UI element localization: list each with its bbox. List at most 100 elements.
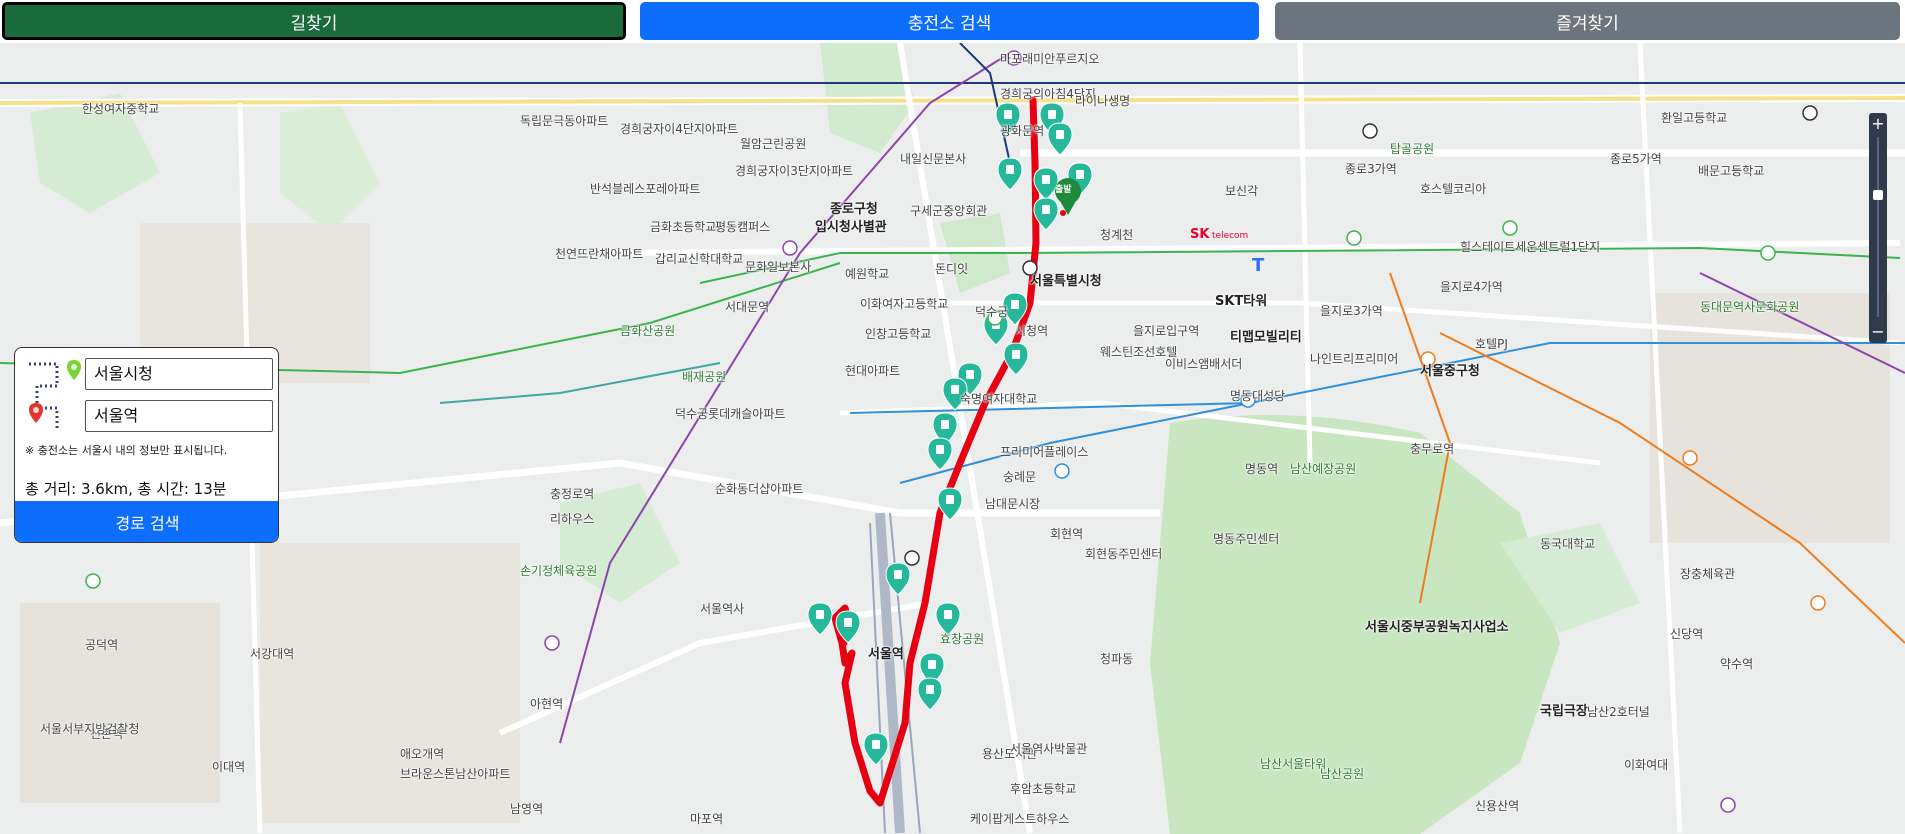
map-place-label: 케이팝게스트하우스 <box>970 812 1070 826</box>
map-place-label: 리하우스 <box>550 512 595 526</box>
map-place-label: 마포역 <box>690 812 724 826</box>
map-place-label: 이비스앰배서더 <box>1165 357 1243 371</box>
route-summary: 총 거리: 3.6km, 총 시간: 13분 <box>25 480 227 498</box>
map-place-label: 호스텔코리아 <box>1420 182 1487 196</box>
map-place-label: 충무로역 <box>1410 442 1455 456</box>
map-place-label: 숭례문 <box>1003 470 1037 484</box>
map-place-label: 이화여자고등학교 <box>860 297 949 311</box>
tmap-logo: T <box>1252 255 1265 276</box>
map-place-label: 동대문역사문화공원 <box>1700 300 1800 314</box>
map-place-label: 서울역사 <box>700 602 745 616</box>
map-place-label: 명동역 <box>1245 462 1279 476</box>
map-place-label: 천연뜨란채아파트 <box>555 247 644 261</box>
route-search-panel: 서울시청 서울역 ※ 충전소는 서울시 내의 정보만 표시됩니다. 총 거리: … <box>14 347 279 543</box>
map-place-label: 광화문역 <box>1000 124 1045 138</box>
map-place-label: 서울역사박물관 <box>1010 742 1088 756</box>
map-place-label: 입시청사별관 <box>815 220 887 235</box>
map-place-label: 돈디잇 <box>935 262 969 276</box>
map-place-label: 서대문역 <box>725 300 770 314</box>
route-search-button[interactable]: 경로 검색 <box>15 501 278 542</box>
map-place-label: 명동대성당 <box>1230 389 1286 403</box>
map-place-label: 동국대학교 <box>1540 537 1596 551</box>
map-place-label: 금화초등학교 <box>650 220 717 234</box>
start-badge: 출발 <box>1055 185 1072 195</box>
map-place-label: 서울역 <box>868 647 904 662</box>
map-place-label: 공덕역 <box>85 638 119 652</box>
svg-text:SK: SK <box>1190 227 1210 242</box>
map-place-label: 시청역 <box>1015 324 1049 338</box>
map-place-label: 청파동 <box>1100 652 1134 666</box>
zoom-in-button[interactable]: + <box>1869 115 1887 133</box>
origin-pin-icon <box>67 360 81 380</box>
map-place-label: 남영역 <box>510 802 544 816</box>
map-place-label: 인창고등학교 <box>865 327 932 341</box>
map-place-label: 종로구청 <box>830 202 878 217</box>
map-place-label: 이화여대 <box>1624 758 1669 772</box>
tab-favorites[interactable]: 즐겨찾기 <box>1275 2 1900 40</box>
map-place-label: 서울특별시청 <box>1030 274 1102 289</box>
map-view[interactable]: SK telecom T 한성여자중학교 독립문극동아파트 경희궁자이4단지아파트 월… <box>0 43 1905 834</box>
map-place-label: 평동캠퍼스 <box>715 220 771 234</box>
zoom-slider-track[interactable] <box>1877 137 1879 317</box>
map-place-label: 신당역 <box>1670 627 1704 641</box>
map-place-label: 덕수궁롯데캐슬아파트 <box>675 407 786 421</box>
map-place-label: 환일고등학교 <box>1661 111 1728 125</box>
map-place-label: 탑골공원 <box>1390 142 1435 156</box>
map-place-label: 신용산역 <box>1475 799 1520 813</box>
map-place-label: 숙명여자대학교 <box>960 392 1038 406</box>
zoom-out-button[interactable]: − <box>1869 323 1887 341</box>
map-place-label: 효창공원 <box>940 632 985 646</box>
map-place-label: 남산공원 <box>1320 767 1365 781</box>
map-place-label: 손기정체육공원 <box>520 564 598 578</box>
map-place-label: 배재공원 <box>682 370 727 384</box>
tab-charger-search[interactable]: 충전소 검색 <box>640 2 1259 40</box>
map-place-label: 충정로역 <box>550 487 595 501</box>
map-place-label: 구세군중앙회관 <box>910 204 988 218</box>
map-place-label: 남산예장공원 <box>1290 462 1357 476</box>
map-place-label: 보신각 <box>1225 184 1259 198</box>
map-place-label: 한성여자중학교 <box>82 102 160 116</box>
tab-route-search[interactable]: 길찾기 <box>2 2 626 40</box>
map-place-label: 예원학교 <box>845 267 890 281</box>
map-place-label: 나인트리프리미어 <box>1310 352 1399 366</box>
map-place-label: 회현역 <box>1050 527 1084 541</box>
map-place-label: 남산2호터널 <box>1587 705 1650 719</box>
map-place-label: 을지로입구역 <box>1133 324 1200 338</box>
map-place-label: 남대문시장 <box>985 497 1041 511</box>
map-place-label: 이대역 <box>212 760 246 774</box>
map-place-label: 청계천 <box>1100 228 1134 242</box>
map-place-label: 힐스테이트세운센트럴1단지 <box>1460 240 1601 254</box>
origin-input[interactable]: 서울시청 <box>85 358 273 390</box>
map-place-label: 약수역 <box>1720 657 1754 671</box>
map-place-label: 서울시중부공원녹지사업소 <box>1365 620 1509 635</box>
top-tab-bar: 길찾기 충전소 검색 즐겨찾기 <box>0 0 1905 43</box>
map-place-label: 서울중구청 <box>1420 364 1480 379</box>
destination-pin-icon <box>29 403 43 423</box>
map-place-label: 종로3가역 <box>1345 162 1397 176</box>
map-place-label: 브라운스톤남산아파트 <box>400 767 511 781</box>
map-place-label: 배문고등학교 <box>1698 164 1765 178</box>
seoul-only-notice: ※ 충전소는 서울시 내의 정보만 표시됩니다. <box>25 444 228 457</box>
map-place-label: 국립극장 <box>1540 704 1588 719</box>
svg-text:telecom: telecom <box>1212 231 1248 241</box>
map-place-label: 회현동주민센터 <box>1085 547 1163 561</box>
map-place-label: 후암초등학교 <box>1010 782 1077 796</box>
map-place-label: 명동주민센터 <box>1213 532 1280 546</box>
map-place-label: 아현역 <box>530 697 564 711</box>
map-place-label: 종로5가역 <box>1610 152 1662 166</box>
map-place-label: 서강대역 <box>250 647 295 661</box>
map-place-label: 티맵모빌리티 <box>1230 330 1302 345</box>
map-place-label: 라이나생명 <box>1075 94 1131 108</box>
map-place-label: 금화산공원 <box>620 324 676 338</box>
map-place-label: 내일신문본사 <box>900 152 967 166</box>
map-place-label: 서울서부지방검찰청 <box>40 722 140 736</box>
map-place-label: 문화일보본사 <box>745 260 812 274</box>
map-place-label: 마포래미안푸르지오 <box>1000 52 1100 66</box>
zoom-control[interactable]: + − <box>1869 113 1887 343</box>
map-place-label: 덕수궁 <box>975 305 1009 319</box>
map-place-label: SKT타워 <box>1215 294 1268 309</box>
zoom-slider-handle[interactable] <box>1873 190 1883 200</box>
map-place-label: 호텔PJ <box>1475 337 1508 351</box>
map-place-label: 월암근린공원 <box>740 137 807 151</box>
destination-input[interactable]: 서울역 <box>85 400 273 432</box>
